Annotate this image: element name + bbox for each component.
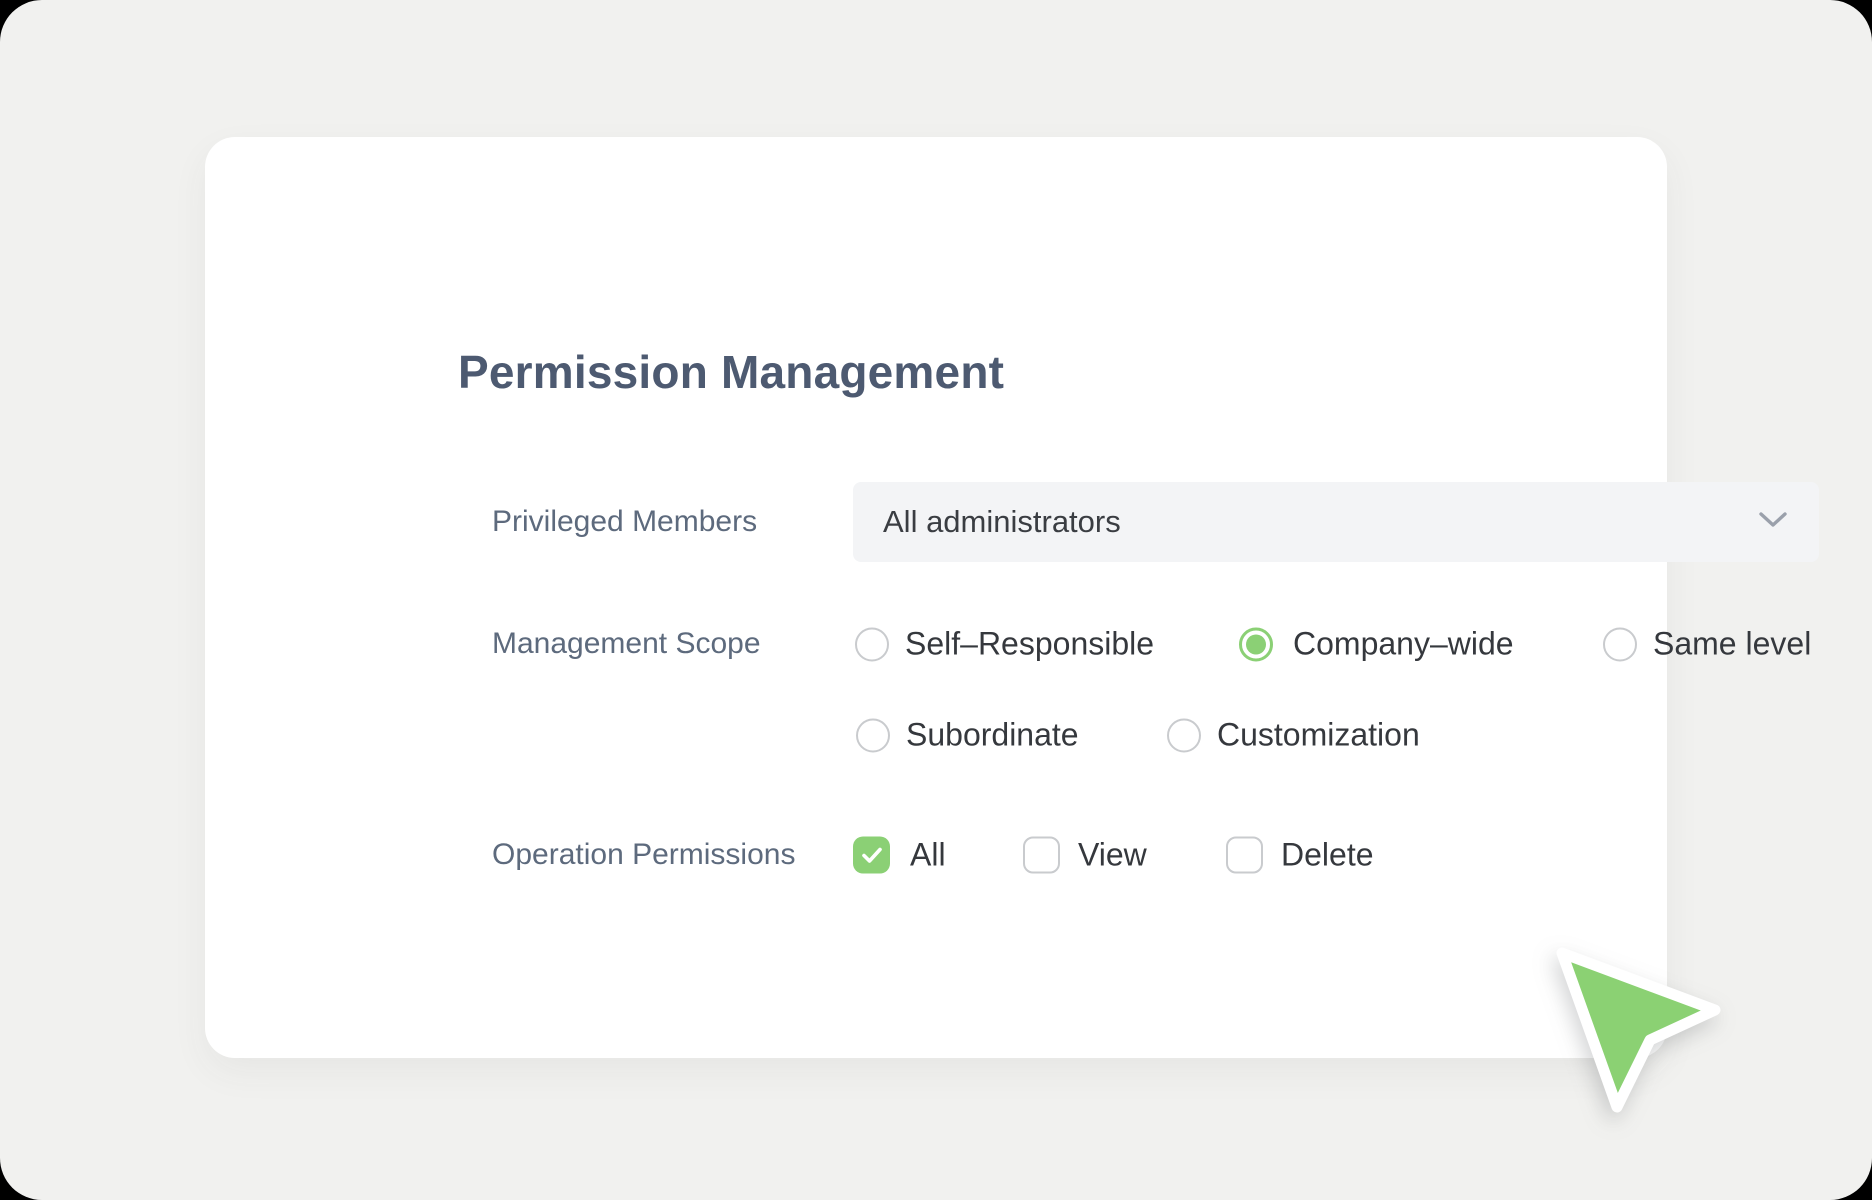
page-title: Permission Management: [458, 345, 1004, 399]
privileged-members-label: Privileged Members: [492, 505, 757, 539]
checkbox-option-delete[interactable]: Delete: [1226, 837, 1374, 874]
app-screen: Permission Management Privileged Members…: [0, 0, 1872, 1200]
radio-option-subordinate[interactable]: Subordinate: [856, 717, 1079, 754]
radio-option-customization[interactable]: Customization: [1167, 717, 1420, 754]
radio-selected-icon: [1239, 627, 1273, 661]
chevron-down-icon: [1759, 512, 1787, 533]
privileged-members-select[interactable]: All administrators: [853, 482, 1819, 562]
radio-option-company-wide[interactable]: Company–wide: [1239, 626, 1514, 663]
permission-management-card: Permission Management Privileged Members…: [205, 137, 1667, 1058]
operation-permissions-label: Operation Permissions: [492, 838, 795, 872]
checkbox-label: All: [910, 837, 946, 874]
radio-label: Customization: [1217, 717, 1420, 754]
checkbox-option-all[interactable]: All: [853, 837, 946, 874]
radio-label: Self–Responsible: [905, 626, 1154, 663]
radio-icon: [856, 718, 890, 752]
checkbox-icon: [1226, 837, 1263, 874]
radio-icon: [1167, 718, 1201, 752]
radio-icon: [1603, 627, 1637, 661]
management-scope-label: Management Scope: [492, 627, 761, 661]
checkbox-label: Delete: [1281, 837, 1374, 874]
radio-option-same-level[interactable]: Same level: [1603, 626, 1811, 663]
radio-icon: [855, 627, 889, 661]
privileged-members-value: All administrators: [883, 504, 1121, 540]
check-icon: [861, 846, 883, 864]
checkbox-icon: [1023, 837, 1060, 874]
radio-option-self-responsible[interactable]: Self–Responsible: [855, 626, 1154, 663]
radio-label: Company–wide: [1293, 626, 1514, 663]
radio-label: Same level: [1653, 626, 1811, 663]
checkbox-label: View: [1078, 837, 1147, 874]
checkbox-option-view[interactable]: View: [1023, 837, 1147, 874]
checkbox-checked-icon: [853, 837, 890, 874]
radio-label: Subordinate: [906, 717, 1079, 754]
